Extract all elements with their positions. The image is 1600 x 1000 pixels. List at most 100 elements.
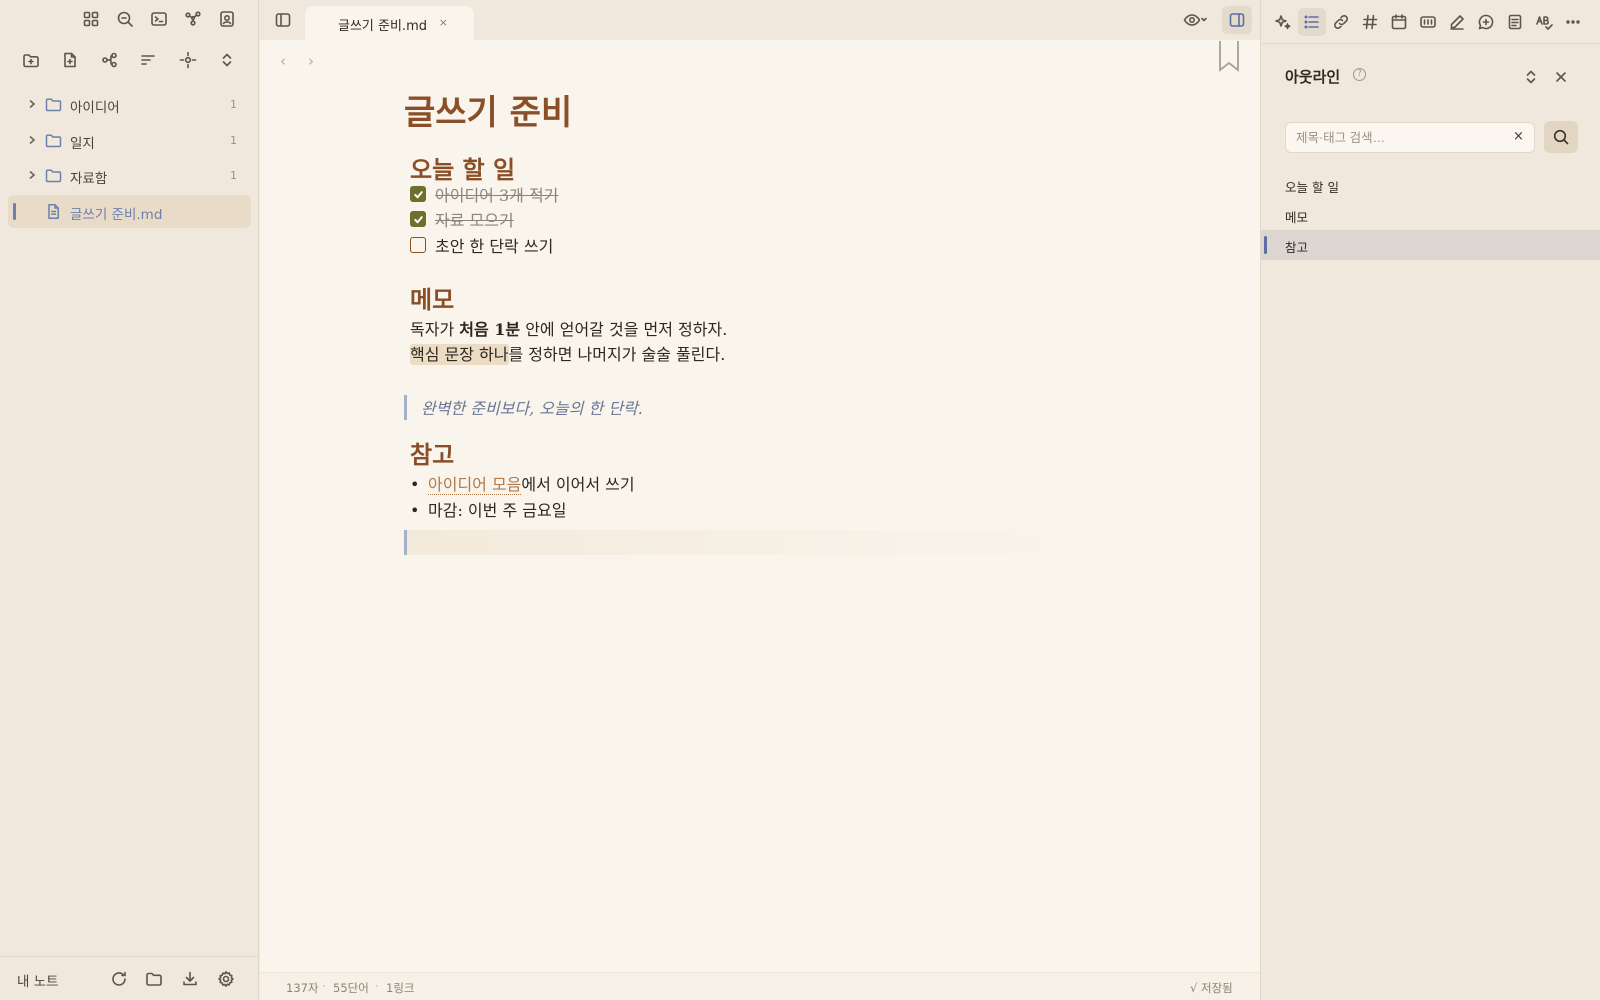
- checkbox-unchecked[interactable]: [410, 237, 426, 253]
- tree-item-label: 일지: [70, 135, 95, 152]
- memo-text: 독자가: [410, 320, 460, 339]
- sparkle-icon[interactable]: [1269, 8, 1297, 36]
- settings-icon[interactable]: [213, 966, 239, 992]
- link-icon[interactable]: [1327, 8, 1355, 36]
- help-icon[interactable]: ?: [1353, 68, 1366, 81]
- spellcheck-icon[interactable]: [1530, 8, 1558, 36]
- outline-item-memo[interactable]: 메모: [1261, 200, 1600, 230]
- file-actions-toolbar: [0, 44, 259, 76]
- active-cursor-line[interactable]: [404, 530, 1064, 555]
- list-text: 마감: 이번 주 금요일: [428, 501, 567, 520]
- search-icon: [1552, 128, 1570, 146]
- internal-link[interactable]: 아이디어 모음: [428, 475, 522, 495]
- tree-item-count: 1: [230, 133, 237, 147]
- close-icon[interactable]: [1548, 64, 1574, 90]
- grid-icon[interactable]: [78, 6, 104, 32]
- zoom-search-icon[interactable]: [112, 6, 138, 32]
- left-footer: 내 노트: [0, 956, 259, 1000]
- task-item: 초안 한 단락 쓰기: [410, 233, 553, 257]
- left-sidebar: 아이디어 1 일지 1 자료함 1 글쓰기 준비.md 내 노트: [0, 0, 259, 1000]
- bookmark-icon[interactable]: [1218, 40, 1240, 72]
- memo-line-2: 핵심 문장 하나를 정하면 나머지가 술술 풀린다.: [410, 341, 725, 365]
- active-indicator: [13, 203, 16, 221]
- document-icon[interactable]: [1501, 8, 1529, 36]
- expand-collapse-icon[interactable]: [1518, 64, 1544, 90]
- memo-text: 안에 얻어갈 것을 먼저 정하자.: [520, 320, 728, 339]
- list-item: • 아이디어 모음에서 이어서 쓰기: [410, 471, 635, 495]
- vault-name[interactable]: 내 노트: [17, 970, 59, 990]
- nav-back-button[interactable]: ‹: [280, 52, 286, 70]
- tree-folder-ideas[interactable]: 아이디어 1: [8, 88, 251, 121]
- close-icon[interactable]: ×: [439, 16, 448, 29]
- folder-icon: [45, 132, 62, 149]
- tree-folder-journal[interactable]: 일지 1: [8, 124, 251, 157]
- memo-line-1: 독자가 처음 1분 안에 얻어갈 것을 먼저 정하자.: [410, 316, 727, 340]
- clear-search-icon[interactable]: ×: [1513, 129, 1524, 144]
- right-sidebar: 아웃라인 ? × 오늘 할 일 메모 참고: [1260, 0, 1600, 1000]
- outline-search-input[interactable]: [1285, 122, 1535, 153]
- status-separator: ·: [322, 979, 326, 993]
- hashtag-icon[interactable]: [1356, 8, 1384, 36]
- outline-title: 아웃라인: [1285, 68, 1341, 86]
- tree-item-label: 아이디어: [70, 100, 120, 116]
- left-top-toolbar: [0, 0, 259, 40]
- list-text: 에서 이어서 쓰기: [521, 475, 635, 494]
- new-note-icon[interactable]: [57, 47, 83, 73]
- outline-item-today-tasks[interactable]: 오늘 할 일: [1261, 170, 1600, 200]
- new-folder-icon[interactable]: [18, 47, 44, 73]
- status-separator: ·: [375, 979, 379, 993]
- calendar-icon[interactable]: [1385, 8, 1413, 36]
- refresh-icon[interactable]: [106, 966, 132, 992]
- sort-icon[interactable]: [135, 47, 161, 73]
- search-button[interactable]: [1544, 121, 1578, 153]
- kanban-icon[interactable]: [1414, 8, 1442, 36]
- link-count: 1링크: [386, 981, 415, 995]
- status-bar: 137자 · 55단어 · 1링크 √ 저장됨: [260, 972, 1260, 1000]
- chevron-right-icon[interactable]: [26, 169, 38, 181]
- expand-collapse-icon[interactable]: [214, 47, 240, 73]
- tree-folder-resources[interactable]: 자료함 1: [8, 159, 251, 192]
- heading-memo: 메모: [410, 285, 455, 314]
- document-title: 글쓰기 준비: [404, 93, 573, 133]
- terminal-icon[interactable]: [146, 6, 172, 32]
- reading-view-icon[interactable]: [1178, 7, 1212, 33]
- memo-bold: 처음 1분: [459, 320, 521, 339]
- graph-icon[interactable]: [180, 6, 206, 32]
- nav-forward-button[interactable]: ›: [308, 52, 314, 70]
- sidebar-toggle-icon[interactable]: [270, 7, 296, 33]
- list-item: • 마감: 이번 주 금요일: [410, 497, 566, 521]
- tree-item-count: 1: [230, 169, 237, 183]
- memo-highlight: 핵심 문장 하나: [410, 344, 509, 365]
- file-tree: 아이디어 1 일지 1 자료함 1 글쓰기 준비.md: [8, 88, 251, 231]
- checkbox-checked[interactable]: [410, 186, 426, 202]
- task-item: 자료 모으기: [410, 207, 514, 231]
- comment-plus-icon[interactable]: [1472, 8, 1500, 36]
- chevron-right-icon[interactable]: [26, 134, 38, 146]
- more-icon[interactable]: [1559, 8, 1587, 36]
- tree-item-label: 글쓰기 준비.md: [70, 207, 163, 224]
- tab-writing-prep[interactable]: 글쓰기 준비.md ×: [305, 6, 474, 40]
- tree-file-writing-prep[interactable]: 글쓰기 준비.md: [8, 195, 251, 229]
- task-text: 초안 한 단락 쓰기: [435, 237, 554, 256]
- chevron-right-icon[interactable]: [26, 98, 38, 110]
- hierarchy-icon[interactable]: [97, 47, 123, 73]
- word-count: 55단어: [333, 981, 369, 995]
- editor-pane: 글쓰기 준비.md × ‹ › 글쓰기 준비 오늘 할 일 아이디어 3개 적기…: [260, 0, 1260, 1000]
- contact-card-icon[interactable]: [214, 6, 240, 32]
- folder-icon[interactable]: [141, 966, 167, 992]
- tree-item-label: 자료함: [70, 171, 108, 188]
- folder-icon: [45, 96, 62, 113]
- outline-list-icon[interactable]: [1298, 8, 1326, 36]
- checkbox-checked[interactable]: [410, 211, 426, 227]
- outline-item-references[interactable]: 참고: [1261, 230, 1600, 260]
- download-icon[interactable]: [177, 966, 203, 992]
- save-status: √ 저장됨: [1190, 981, 1233, 995]
- char-count: 137자: [286, 981, 319, 995]
- reveal-target-icon[interactable]: [175, 47, 201, 73]
- tab-bar: 글쓰기 준비.md ×: [260, 0, 1260, 40]
- right-sidebar-toggle-icon[interactable]: [1222, 6, 1252, 34]
- file-icon: [45, 203, 62, 220]
- folder-icon: [45, 167, 62, 184]
- pen-icon[interactable]: [1443, 8, 1471, 36]
- heading-references: 참고: [410, 440, 455, 469]
